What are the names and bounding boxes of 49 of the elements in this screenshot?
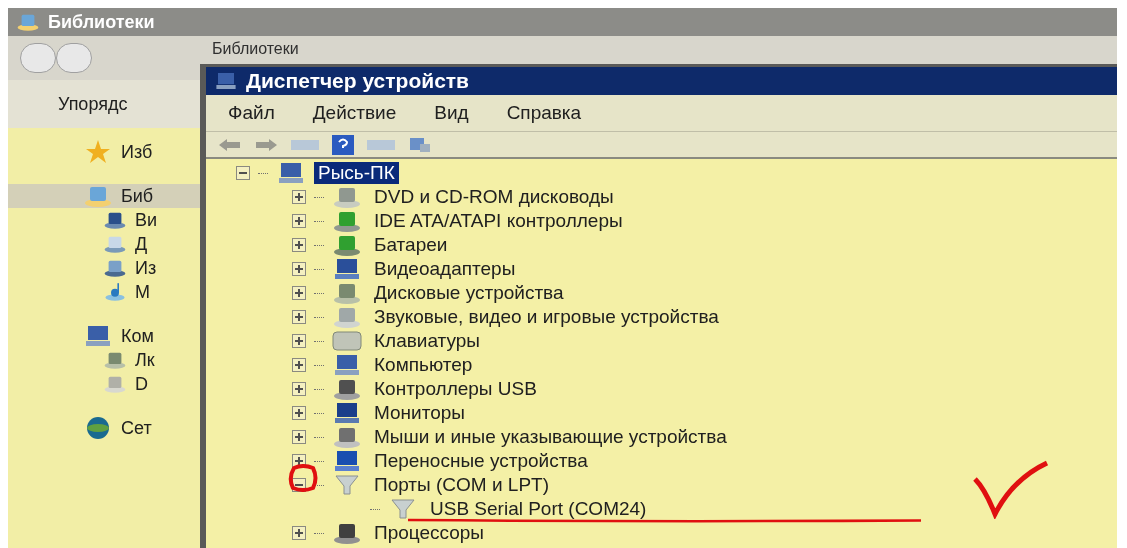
window-title: Диспетчер устройств [246, 68, 469, 95]
expand-icon[interactable] [292, 430, 306, 444]
tree-item[interactable]: Переносные устройства [370, 450, 592, 472]
expand-icon[interactable] [292, 190, 306, 204]
tree-item[interactable]: Дисковые устройства [370, 282, 568, 304]
tree-item[interactable]: Звуковые, видео и игровые устройства [370, 306, 723, 328]
tree-item[interactable]: Рысь-ПК [314, 162, 399, 184]
address-field[interactable]: Библиотеки [212, 40, 299, 58]
collapse-icon[interactable] [236, 166, 250, 180]
nav-item[interactable]: Ви [8, 208, 200, 232]
tree-item[interactable]: Мониторы [370, 402, 469, 424]
help-icon[interactable] [332, 134, 354, 155]
menu-item[interactable]: Файл [228, 98, 275, 128]
nav-item[interactable]: D [8, 372, 200, 396]
menu-item[interactable]: Действие [312, 98, 397, 128]
tree-item[interactable]: Контроллеры USB [370, 378, 541, 400]
tree-item[interactable]: USB Serial Port (COM24) [426, 498, 651, 520]
nav-item[interactable]: М [8, 280, 200, 304]
expand-icon[interactable] [292, 310, 306, 324]
tree-item[interactable]: Процессоры [370, 522, 489, 544]
organize-button[interactable]: Упорядс [58, 90, 128, 118]
tree-item[interactable]: DVD и CD-ROM дисководы [370, 186, 618, 208]
expand-icon[interactable] [292, 358, 306, 372]
expand-icon[interactable] [292, 286, 306, 300]
nav-item[interactable]: Лк [8, 348, 200, 372]
tree-item[interactable]: IDE ATA/ATAPI контроллеры [370, 210, 627, 232]
expand-icon[interactable] [292, 262, 306, 276]
tree-item[interactable]: Батареи [370, 234, 452, 256]
tree-item[interactable]: Мыши и иные указывающие устройства [370, 426, 731, 448]
expand-icon[interactable] [292, 214, 306, 228]
expand-icon[interactable] [292, 382, 306, 396]
tree-item[interactable]: Порты (COM и LPT) [370, 474, 553, 496]
expand-icon[interactable] [292, 238, 306, 252]
nav-item[interactable]: Биб [8, 184, 200, 208]
menu-item[interactable]: Справка [506, 98, 582, 128]
nav-item[interactable]: Из [8, 256, 200, 280]
expand-icon[interactable] [292, 526, 306, 540]
nav-item[interactable]: Сет [8, 416, 200, 440]
tree-item[interactable]: Клавиатуры [370, 330, 484, 352]
menu-item[interactable]: Вид [434, 98, 469, 128]
music-icon [103, 280, 127, 304]
nav-item[interactable]: Ком [8, 324, 200, 348]
nav-item[interactable]: Д [8, 232, 200, 256]
tree-item[interactable]: Компьютер [370, 354, 477, 376]
expand-icon[interactable] [292, 334, 306, 348]
nav-item[interactable]: Изб [8, 140, 200, 164]
window-title: Библиотеки [48, 10, 155, 34]
expand-icon[interactable] [292, 406, 306, 420]
tree-item[interactable]: Видеоадаптеры [370, 258, 520, 280]
